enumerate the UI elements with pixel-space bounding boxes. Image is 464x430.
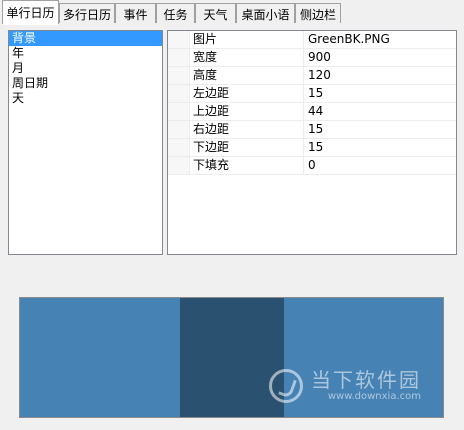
list-item-day[interactable]: 天 [9,91,162,106]
property-gutter [168,157,190,174]
property-name: 下边距 [190,139,304,156]
tab-sidebar[interactable]: 侧边栏 [295,3,341,24]
tab-weather[interactable]: 天气 [195,3,236,24]
property-value[interactable]: 44 [304,103,456,120]
property-name: 上边距 [190,103,304,120]
property-gutter [168,85,190,102]
list-item-background[interactable]: 背景 [9,31,162,46]
property-value[interactable]: 15 [304,85,456,102]
tab-single-calendar[interactable]: 单行日历 [2,0,59,25]
watermark: 当下软件园 www.downxia.com [269,369,421,403]
property-row-height[interactable]: 高度 120 [168,67,456,85]
property-row-width[interactable]: 宽度 900 [168,49,456,67]
property-value[interactable]: 120 [304,67,456,84]
property-gutter [168,139,190,156]
property-gutter [168,31,190,48]
property-name: 左边距 [190,85,304,102]
property-row-bottom-padding[interactable]: 下填充 0 [168,157,456,175]
property-row-image[interactable]: 图片 GreenBK.PNG [168,31,456,49]
property-gutter [168,121,190,138]
property-value[interactable]: 0 [304,157,456,174]
property-value[interactable]: GreenBK.PNG [304,31,456,48]
tab-multi-calendar[interactable]: 多行日历 [59,3,115,24]
element-listbox[interactable]: 背景 年 月 周日期 天 [8,30,163,255]
watermark-logo-icon [269,369,303,403]
tab-tasks[interactable]: 任务 [156,3,195,24]
list-item-month[interactable]: 月 [9,61,162,76]
property-value[interactable]: 900 [304,49,456,66]
property-name: 宽度 [190,49,304,66]
property-name: 高度 [190,67,304,84]
list-item-weekday[interactable]: 周日期 [9,76,162,91]
property-gutter [168,67,190,84]
property-name: 图片 [190,31,304,48]
tab-events[interactable]: 事件 [115,3,156,24]
property-row-top-margin[interactable]: 上边距 44 [168,103,456,121]
property-grid[interactable]: 图片 GreenBK.PNG 宽度 900 高度 120 左边距 15 上边距 … [167,30,457,255]
property-value[interactable]: 15 [304,139,456,156]
background-preview: 当下软件园 www.downxia.com [19,297,444,418]
property-row-bottom-margin[interactable]: 下边距 15 [168,139,456,157]
watermark-url: www.downxia.com [327,391,421,402]
property-row-left-margin[interactable]: 左边距 15 [168,85,456,103]
tab-strip: 单行日历 多行日历 事件 任务 天气 桌面小语 侧边栏 [0,0,464,25]
property-row-right-margin[interactable]: 右边距 15 [168,121,456,139]
property-gutter [168,49,190,66]
property-name: 右边距 [190,121,304,138]
watermark-text: 当下软件园 www.downxia.com [311,369,421,403]
property-name: 下填充 [190,157,304,174]
list-item-year[interactable]: 年 [9,46,162,61]
tab-desktop-quotes[interactable]: 桌面小语 [236,3,295,24]
property-gutter [168,103,190,120]
property-value[interactable]: 15 [304,121,456,138]
tab-content-panel: 背景 年 月 周日期 天 图片 GreenBK.PNG 宽度 900 高度 12… [0,23,464,430]
watermark-title: 当下软件园 [311,368,421,392]
